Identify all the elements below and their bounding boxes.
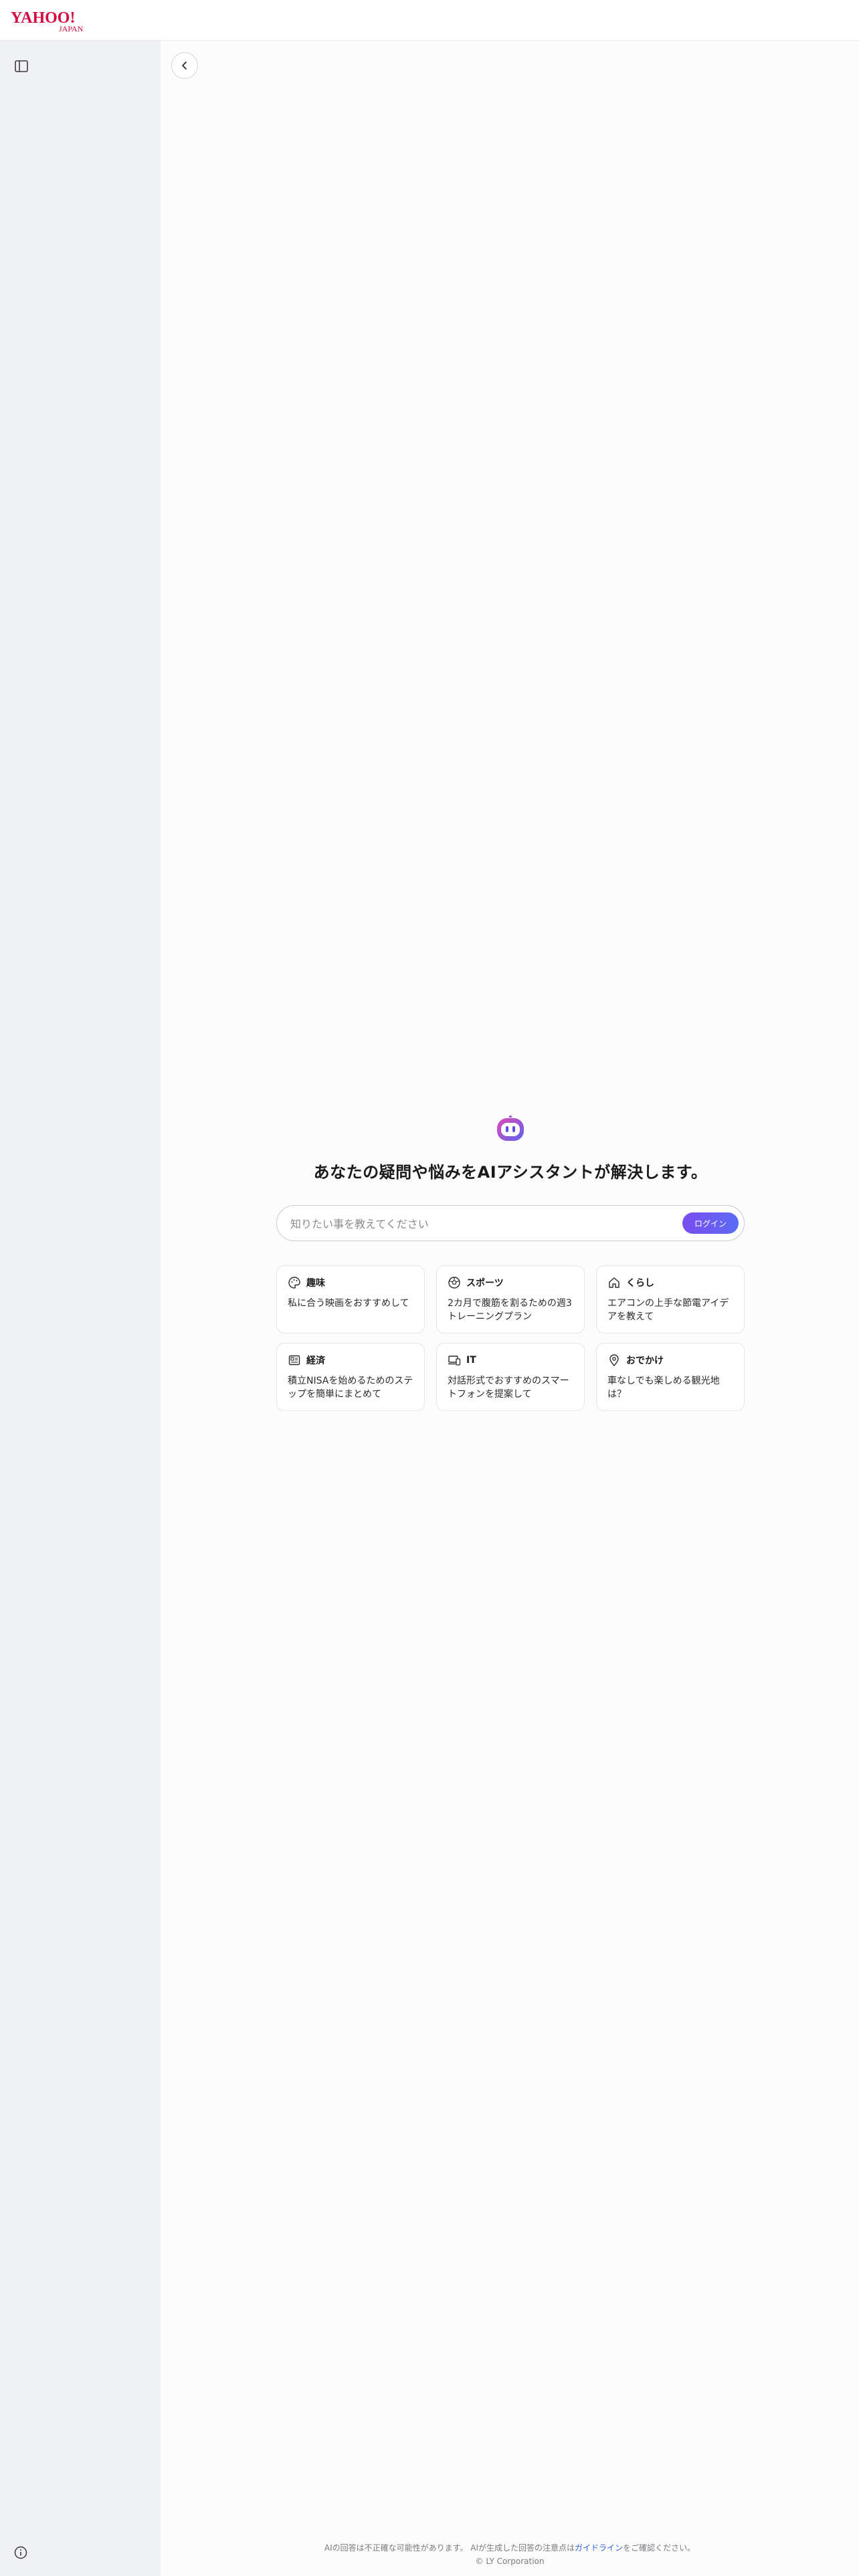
suggestion-card-it[interactable]: IT 対話形式でおすすめのスマートフォンを提案して [436, 1343, 585, 1411]
sidebar [0, 41, 161, 2576]
welcome-panel: あなたの疑問や悩みをAIアシスタントが解決します。 ログイン 趣味 私に合う映画… [276, 1111, 745, 1411]
disclaimer-text: AIの回答は不正確な可能性があります。 AIが生成した回答の注意点は [324, 2543, 575, 2553]
info-icon [14, 2546, 27, 2559]
card-title: スポーツ [466, 1278, 504, 1289]
main-content: あなたの疑問や悩みをAIアシスタントが解決します。 ログイン 趣味 私に合う映画… [161, 41, 859, 2576]
suggestion-card-economy[interactable]: 経済 積立NISAを始めるためのステップを簡単にまとめて [276, 1343, 425, 1411]
suggestion-cards: 趣味 私に合う映画をおすすめして スポーツ 2カ月で腹筋を割るための週3トレーニ… [276, 1265, 745, 1411]
palette-icon [288, 1276, 301, 1289]
card-title: 趣味 [306, 1278, 325, 1289]
yahoo-japan-logo[interactable]: YAHOO! JAPAN [11, 8, 94, 33]
chevron-left-icon [182, 62, 187, 70]
ball-icon [448, 1276, 461, 1289]
card-prompt: 2カ月で腹筋を割るための週3トレーニングプラン [448, 1298, 572, 1322]
guideline-link[interactable]: ガイドライン [575, 2543, 623, 2553]
card-title: おでかけ [626, 1356, 664, 1366]
card-title: 経済 [306, 1356, 325, 1366]
chat-input-box: ログイン [276, 1205, 745, 1241]
disclaimer-suffix: をご確認ください。 [623, 2543, 696, 2553]
back-button[interactable] [171, 52, 198, 79]
sidebar-toggle-button[interactable] [9, 54, 33, 78]
disclaimer: AIの回答は不正確な可能性があります。 AIが生成した回答の注意点はガイドライン… [161, 2541, 859, 2555]
card-title: IT [466, 1355, 476, 1366]
ai-assistant-icon [497, 1115, 524, 1141]
suggestion-card-sports[interactable]: スポーツ 2カ月で腹筋を割るための週3トレーニングプラン [436, 1265, 585, 1333]
logo-subtext: JAPAN [59, 24, 84, 33]
devices-icon [448, 1354, 461, 1367]
card-prompt: エアコンの上手な節電アイデアを教えて [607, 1298, 729, 1322]
house-icon [607, 1276, 621, 1289]
card-prompt: 車なしでも楽しめる観光地は？ [607, 1376, 720, 1400]
map-pin-icon [607, 1354, 621, 1367]
top-header: YAHOO! JAPAN [0, 0, 859, 41]
newspaper-icon [288, 1354, 301, 1367]
suggestion-card-outing[interactable]: おでかけ 車なしでも楽しめる観光地は？ [596, 1343, 745, 1411]
card-prompt: 対話形式でおすすめのスマートフォンを提案して [448, 1376, 569, 1400]
suggestion-card-hobby[interactable]: 趣味 私に合う映画をおすすめして [276, 1265, 425, 1333]
suggestion-card-living[interactable]: くらし エアコンの上手な節電アイデアを教えて [596, 1265, 745, 1333]
sidebar-panel-icon [15, 60, 28, 72]
copyright: © LY Corporation [475, 2557, 545, 2566]
card-prompt: 私に合う映画をおすすめして [288, 1298, 409, 1309]
chat-input[interactable] [289, 1212, 686, 1235]
login-button[interactable]: ログイン [682, 1212, 739, 1234]
card-prompt: 積立NISAを始めるためのステップを簡単にまとめて [288, 1376, 413, 1400]
info-button[interactable] [9, 2541, 32, 2564]
page-title: あなたの疑問や悩みをAIアシスタントが解決します。 [313, 1163, 708, 1182]
footer: AIの回答は不正確な可能性があります。 AIが生成した回答の注意点はガイドライン… [161, 2541, 859, 2568]
card-title: くらし [626, 1278, 654, 1289]
